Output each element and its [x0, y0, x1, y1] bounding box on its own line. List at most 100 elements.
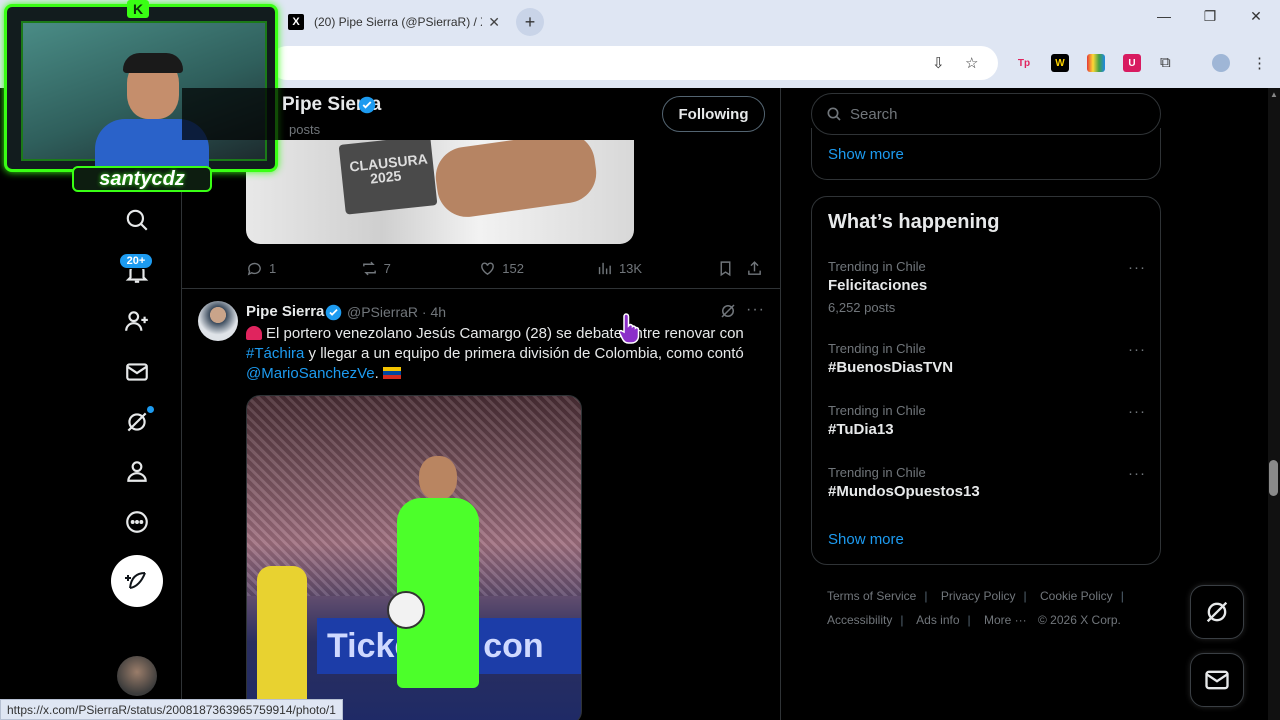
tp-extension-icon[interactable]: Tp	[1015, 54, 1033, 72]
repost-button[interactable]: 7	[361, 260, 480, 277]
trend-item[interactable]: Trending in Chile #MundosOpuestos13 ···	[828, 465, 1146, 500]
tweet-more-icon[interactable]: ···	[746, 301, 765, 319]
tweet-author-avatar[interactable]	[198, 301, 238, 341]
whats-happening-title: What’s happening	[828, 211, 1000, 233]
trend-item[interactable]: Trending in Chile #BuenosDiasTVN ···	[828, 341, 1146, 376]
trend-item[interactable]: Trending in Chile Felicitaciones 6,252 p…	[828, 259, 1146, 315]
profile-person-icon[interactable]	[121, 455, 153, 487]
messages-envelope-icon[interactable]	[121, 356, 153, 388]
grok-unread-dot	[147, 406, 154, 413]
grid-extension-icon[interactable]	[1087, 54, 1105, 72]
scrollbar-thumb[interactable]	[1269, 460, 1278, 496]
terms-link[interactable]: Terms of Service	[827, 589, 916, 603]
trend-name: #BuenosDiasTVN	[828, 359, 954, 376]
mention-link[interactable]: @MarioSanchezVe	[246, 365, 375, 382]
grok-explain-icon[interactable]	[719, 302, 737, 320]
minimize-button[interactable]: —	[1144, 8, 1184, 24]
window-close-button[interactable]: ✕	[1236, 8, 1276, 25]
extensions-puzzle-icon[interactable]: ⧉	[1160, 54, 1171, 71]
tweet-separator	[182, 288, 780, 289]
tab-title: (20) Pipe Sierra (@PSierraR) / X	[314, 15, 483, 29]
browser-tab[interactable]: X (20) Pipe Sierra (@PSierraR) / X ✕	[278, 4, 510, 40]
profile-header: Pipe Sierra posts Following	[182, 88, 780, 140]
repost-count: 7	[383, 260, 391, 276]
tweet-text-part: .	[374, 365, 379, 382]
arm-shape	[431, 140, 601, 221]
tweet-photo-trophy[interactable]: CLAUSURA 2025	[246, 140, 634, 244]
trend-more-icon[interactable]: ···	[1128, 465, 1146, 482]
heart-icon	[481, 261, 495, 275]
tweet-handle-time[interactable]: @PSierraR · 4h	[347, 304, 446, 320]
trend-name: #TuDia13	[828, 421, 894, 438]
profile-avatar-icon[interactable]	[1212, 54, 1230, 72]
address-bar[interactable]	[270, 46, 998, 80]
share-button[interactable]	[746, 260, 766, 277]
follow-add-person-icon[interactable]	[121, 305, 153, 337]
tweet-author-name[interactable]: Pipe Sierra	[246, 303, 324, 320]
browser-menu-icon[interactable]: ⋮	[1252, 54, 1267, 72]
share-upload-icon	[748, 260, 762, 275]
scroll-up-arrow-icon[interactable]: ▲	[1270, 90, 1278, 99]
trend-name: Felicitaciones	[828, 277, 928, 294]
venezuela-flag-emoji-icon	[382, 367, 401, 379]
trend-context: Trending in Chile	[828, 403, 926, 418]
tweet-photo-goalkeeper[interactable]: Ticket en con	[246, 395, 582, 720]
reply-bubble-icon	[247, 262, 261, 275]
kick-logo-icon: K	[127, 0, 149, 18]
envelope-icon	[1205, 670, 1229, 690]
whats-happening-box: What’s happening Trending in Chile Felic…	[811, 196, 1161, 565]
repost-icon	[362, 261, 376, 275]
accessibility-link[interactable]: Accessibility	[827, 613, 892, 627]
messages-floating-button[interactable]	[1190, 653, 1244, 707]
tweet-text: El portero venezolano Jesús Camargo (28)…	[246, 324, 766, 384]
search-icon	[827, 107, 841, 121]
soccer-ball	[387, 591, 425, 629]
search-placeholder: Search	[850, 105, 898, 123]
copyright-text: © 2026 X Corp.	[1038, 613, 1121, 627]
trend-more-icon[interactable]: ···	[1128, 259, 1146, 276]
like-button[interactable]: 152	[479, 260, 596, 277]
cookie-link[interactable]: Cookie Policy	[1040, 589, 1113, 603]
account-avatar[interactable]	[117, 656, 157, 696]
views-count: 13K	[618, 260, 643, 276]
new-tab-button[interactable]: +	[516, 8, 544, 36]
ads-info-link[interactable]: Ads info	[916, 613, 959, 627]
reply-button[interactable]: 1	[246, 260, 361, 277]
views-button[interactable]: 13K	[596, 260, 717, 277]
show-more-link[interactable]: Show more	[828, 146, 904, 163]
w-extension-icon[interactable]: W	[1051, 54, 1069, 72]
search-input[interactable]: Search	[811, 93, 1161, 135]
trend-more-icon[interactable]: ···	[1128, 403, 1146, 420]
bookmark-button[interactable]	[717, 260, 747, 277]
install-app-icon[interactable]: ⇩	[932, 54, 945, 72]
hand-cursor-icon	[619, 313, 640, 344]
privacy-link[interactable]: Privacy Policy	[941, 589, 1016, 603]
page-scrollbar[interactable]	[1268, 88, 1280, 720]
verified-badge-icon	[325, 304, 342, 321]
views-bar-chart-icon	[598, 262, 611, 274]
show-more-link[interactable]: Show more	[828, 531, 904, 548]
trend-name: #MundosOpuestos13	[828, 483, 980, 500]
following-button[interactable]: Following	[662, 96, 765, 132]
restore-button[interactable]: ❐	[1190, 8, 1230, 25]
trend-context: Trending in Chile	[828, 259, 926, 274]
more-link[interactable]: More ···	[984, 613, 1027, 627]
tab-close-icon[interactable]: ✕	[488, 14, 500, 31]
hashtag-link[interactable]: #Táchira	[246, 345, 304, 362]
bookmark-icon	[720, 260, 731, 276]
trend-item[interactable]: Trending in Chile #TuDia13 ···	[828, 403, 1146, 438]
u-extension-icon[interactable]: U	[1123, 54, 1141, 72]
tweet-text-part: y llegar a un equipo de primera división…	[304, 345, 744, 362]
compose-post-button[interactable]	[111, 555, 163, 607]
x-logo-icon: X	[288, 14, 304, 30]
bookmark-star-icon[interactable]: ☆	[965, 54, 978, 72]
explore-search-icon[interactable]	[121, 204, 153, 236]
trend-more-icon[interactable]: ···	[1128, 341, 1146, 358]
reply-count: 1	[269, 260, 277, 276]
streamer-cap	[123, 53, 183, 73]
verified-badge-icon	[358, 96, 376, 114]
tweet-actions: 1 7 152 13K	[246, 258, 766, 278]
profile-posts-count: posts	[289, 122, 321, 137]
more-options-circle-icon[interactable]	[121, 506, 153, 538]
grok-floating-button[interactable]	[1190, 585, 1244, 639]
